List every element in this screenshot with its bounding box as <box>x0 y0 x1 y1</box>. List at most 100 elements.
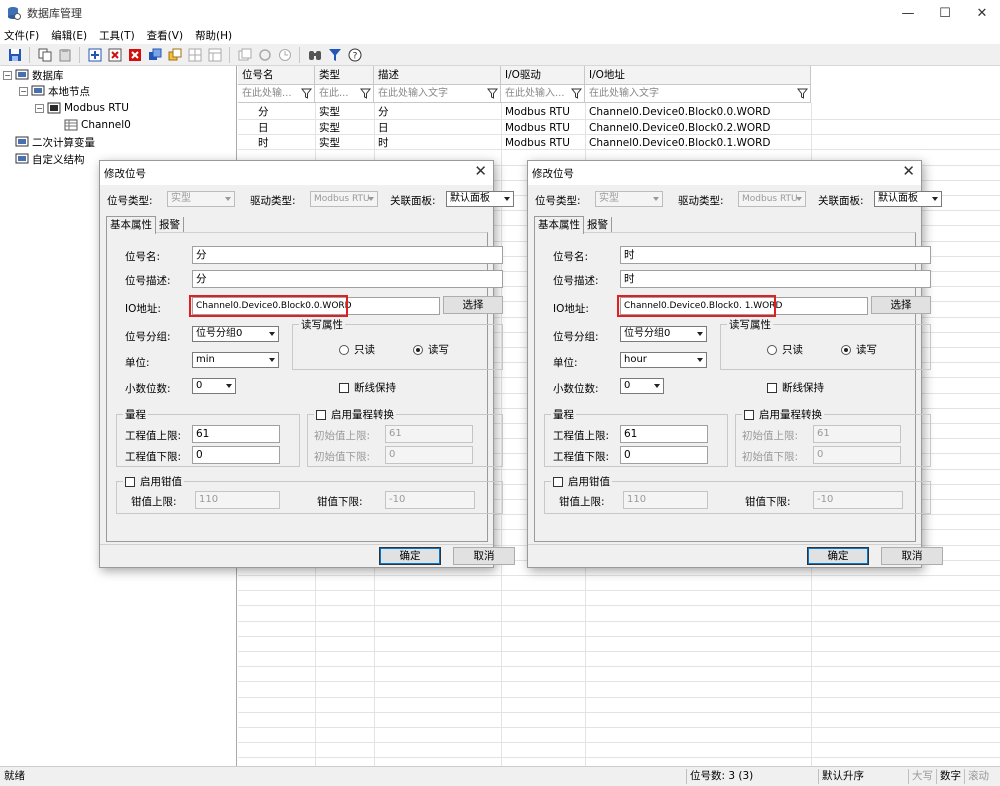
select-button[interactable]: 选择 <box>871 296 931 314</box>
chevron-down-icon <box>928 192 941 206</box>
tag-name-input[interactable]: 分 <box>192 246 503 264</box>
tree-item-calc-vars[interactable]: − 二次计算变量 <box>3 134 95 150</box>
tag-desc-input[interactable]: 时 <box>620 270 931 288</box>
tab-basic-props[interactable]: 基本属性 <box>534 216 584 234</box>
io-address-label: IO地址: <box>553 303 589 315</box>
tag-type-label: 位号类型: <box>107 195 153 207</box>
eng-low-input[interactable]: 0 <box>192 446 280 464</box>
tree-item-database[interactable]: − 数据库 <box>3 67 64 83</box>
decimal-select[interactable]: 0 <box>620 378 664 394</box>
filter-icon[interactable] <box>571 88 582 99</box>
column-header-io-address[interactable]: I/O地址 <box>585 66 811 85</box>
menu-view[interactable]: 查看(V) <box>147 28 183 43</box>
cell-tag-name[interactable]: 分 <box>254 105 269 120</box>
unit-select[interactable]: min <box>192 352 279 368</box>
copy-icon[interactable] <box>36 46 53 63</box>
eng-high-input[interactable]: 61 <box>192 425 280 443</box>
import-icon[interactable] <box>146 46 163 63</box>
cell-type[interactable]: 实型 <box>315 105 340 120</box>
hold-checkbox[interactable]: 断线保持 <box>339 380 396 395</box>
tab-basic-props[interactable]: 基本属性 <box>106 216 156 234</box>
tree-item-channel0[interactable]: Channel0 <box>64 117 131 133</box>
init-high-label: 初始值上限: <box>742 430 799 442</box>
cancel-button[interactable]: 取消 <box>881 547 943 565</box>
collapse-toggle-icon[interactable]: − <box>35 103 44 113</box>
column-header-tag-name[interactable]: 位号名 <box>238 66 315 85</box>
close-icon[interactable]: ✕ <box>902 162 915 180</box>
panel-select[interactable]: 默认面板 <box>446 191 514 207</box>
grid-line <box>238 621 1000 622</box>
filter-description[interactable]: 在此处输入文字 <box>374 85 501 103</box>
tag-name-input[interactable]: 时 <box>620 246 931 264</box>
radio-icon <box>413 344 423 355</box>
close-icon[interactable]: ✕ <box>962 0 1000 26</box>
hold-checkbox[interactable]: 断线保持 <box>767 380 824 395</box>
window-icon[interactable] <box>236 46 253 63</box>
cancel-button[interactable]: 取消 <box>453 547 515 565</box>
menu-help[interactable]: 帮助(H) <box>195 28 232 43</box>
tree-item-modbus-rtu[interactable]: − Modbus RTU <box>35 100 129 116</box>
filter-icon[interactable] <box>360 88 371 99</box>
grid-icon[interactable] <box>186 46 203 63</box>
refresh-icon[interactable] <box>256 46 273 63</box>
readonly-radio[interactable]: 只读 <box>767 342 803 357</box>
menu-edit[interactable]: 编辑(E) <box>51 28 87 43</box>
filter-io-address[interactable]: 在此处输入文字 <box>585 85 811 103</box>
panel-select[interactable]: 默认面板 <box>874 191 942 207</box>
delete-all-icon[interactable] <box>126 46 143 63</box>
find-icon[interactable] <box>306 46 323 63</box>
filter-io-driver[interactable]: 在此处输入... <box>501 85 585 103</box>
decimal-select[interactable]: 0 <box>192 378 236 394</box>
ok-button[interactable]: 确定 <box>807 547 869 565</box>
filter-icon[interactable] <box>487 88 498 99</box>
tree-item-custom-struct[interactable]: − 自定义结构 <box>3 151 85 167</box>
conversion-toggle[interactable]: 启用量程转换 <box>742 407 824 422</box>
decimal-label: 小数位数: <box>125 383 171 395</box>
menu-tools[interactable]: 工具(T) <box>99 28 135 43</box>
tree-item-local-node[interactable]: − 本地节点 <box>19 83 90 99</box>
readwrite-radio[interactable]: 读写 <box>413 342 449 357</box>
eng-low-input[interactable]: 0 <box>620 446 708 464</box>
maximize-icon[interactable]: ☐ <box>925 0 965 26</box>
table-icon[interactable] <box>206 46 223 63</box>
unit-select[interactable]: hour <box>620 352 707 368</box>
delete-tag-icon[interactable] <box>106 46 123 63</box>
readwrite-radio[interactable]: 读写 <box>841 342 877 357</box>
column-header-type[interactable]: 类型 <box>315 66 374 85</box>
tag-group-select[interactable]: 位号分组0 <box>192 326 279 342</box>
cell-io-address[interactable]: Channel0.Device0.Block0.0.WORD <box>585 105 771 120</box>
filter-tag-name[interactable]: 在此处输... <box>238 85 315 103</box>
filter-type[interactable]: 在此... <box>315 85 374 103</box>
ok-button[interactable]: 确定 <box>379 547 441 565</box>
readonly-radio[interactable]: 只读 <box>339 342 375 357</box>
filter-icon[interactable] <box>301 88 312 99</box>
node-icon <box>31 85 45 96</box>
collapse-toggle-icon[interactable]: − <box>19 86 28 96</box>
tag-type-select: 实型 <box>167 191 235 207</box>
tag-group-select[interactable]: 位号分组0 <box>620 326 707 342</box>
clock-icon[interactable] <box>276 46 293 63</box>
collapse-toggle-icon[interactable]: − <box>3 70 12 80</box>
clamp-toggle[interactable]: 启用钳值 <box>123 474 184 489</box>
cell-description[interactable]: 分 <box>374 105 389 120</box>
help-icon[interactable]: ? <box>346 46 363 63</box>
column-header-description[interactable]: 描述 <box>374 66 501 85</box>
minimize-icon[interactable]: — <box>888 0 928 26</box>
cell-io-driver[interactable]: Modbus RTU <box>501 105 570 120</box>
filter-icon[interactable] <box>326 46 343 63</box>
save-icon[interactable] <box>6 46 23 63</box>
export-icon[interactable] <box>166 46 183 63</box>
highlight-box <box>189 295 348 317</box>
driver-type-label: 驱动类型: <box>250 195 296 207</box>
add-tag-icon[interactable] <box>86 46 103 63</box>
select-button[interactable]: 选择 <box>443 296 503 314</box>
filter-icon[interactable] <box>797 88 808 99</box>
column-header-io-driver[interactable]: I/O驱动 <box>501 66 585 85</box>
close-icon[interactable]: ✕ <box>474 162 487 180</box>
tag-desc-input[interactable]: 分 <box>192 270 503 288</box>
clamp-toggle[interactable]: 启用钳值 <box>551 474 612 489</box>
eng-high-input[interactable]: 61 <box>620 425 708 443</box>
menu-file[interactable]: 文件(F) <box>4 28 39 43</box>
conversion-toggle[interactable]: 启用量程转换 <box>314 407 396 422</box>
paste-icon[interactable] <box>56 46 73 63</box>
